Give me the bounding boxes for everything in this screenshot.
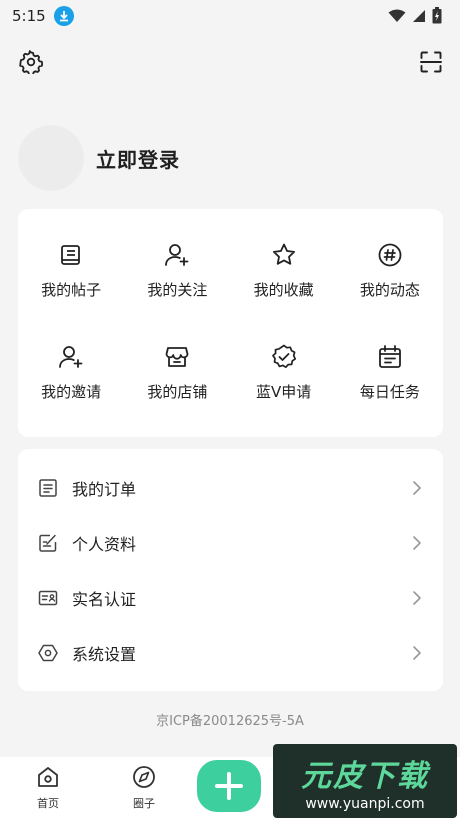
avatar[interactable] — [18, 125, 84, 191]
feature-grid-card: 我的帖子 我的关注 我的收藏 我的动态 我的邀请 我的店铺 蓝V申请 每日任务 — [18, 209, 443, 437]
calendar-icon — [378, 344, 401, 368]
chevron-right-icon — [413, 590, 421, 605]
create-post-button[interactable] — [197, 760, 261, 812]
menu-item-label: 个人资料 — [72, 534, 137, 554]
store-icon — [165, 346, 189, 367]
hash-icon — [378, 243, 402, 266]
menu-item-label: 实名认证 — [72, 589, 137, 609]
post-icon — [61, 244, 81, 265]
home-icon — [38, 767, 58, 787]
grid-item-my-posts[interactable]: 我的帖子 — [18, 219, 124, 321]
signal-icon — [413, 9, 425, 22]
status-indicators — [388, 7, 442, 24]
grid-item-my-invites[interactable]: 我的邀请 — [18, 321, 124, 423]
grid-label: 蓝V申请 — [255, 382, 312, 401]
grid-label: 我的关注 — [147, 280, 208, 299]
grid-item-my-favorites[interactable]: 我的收藏 — [231, 219, 337, 321]
grid-label: 每日任务 — [359, 382, 420, 401]
chevron-right-icon — [413, 480, 421, 495]
status-bar: 5:15 — [0, 0, 460, 32]
login-label[interactable]: 立即登录 — [96, 144, 180, 173]
menu-item-system-settings[interactable]: 系统设置 — [18, 625, 443, 680]
menu-item-label: 我的订单 — [72, 479, 137, 499]
menu-item-label: 系统设置 — [72, 644, 137, 664]
watermark-logo: 元皮下载 www.yuanpi.com — [273, 744, 457, 818]
gear-icon — [19, 50, 43, 74]
chevron-right-icon — [413, 535, 421, 550]
id-card-icon — [38, 588, 58, 608]
tab-label: 圈子 — [133, 797, 155, 810]
tab-label: 首页 — [37, 797, 59, 810]
icp-license-text: 京ICP备20012625号-5A — [156, 714, 304, 729]
menu-item-profile[interactable]: 个人资料 — [18, 515, 443, 570]
menu-list-card: 我的订单 个人资料 实名认证 系统设置 — [18, 449, 443, 691]
star-icon — [272, 243, 295, 265]
hexagon-settings-icon — [38, 643, 58, 663]
grid-label: 我的邀请 — [41, 382, 102, 401]
grid-item-my-follows[interactable]: 我的关注 — [124, 219, 230, 321]
scan-icon — [420, 51, 442, 73]
grid-item-my-activity[interactable]: 我的动态 — [337, 219, 443, 321]
grid-item-my-store[interactable]: 我的店铺 — [124, 321, 230, 423]
grid-label: 我的动态 — [359, 280, 420, 299]
tab-circle[interactable]: 圈子 — [114, 765, 174, 811]
verified-badge-icon — [271, 344, 296, 368]
invite-icon — [59, 345, 83, 368]
menu-item-real-name-auth[interactable]: 实名认证 — [18, 570, 443, 625]
menu-item-my-orders[interactable]: 我的订单 — [18, 460, 443, 515]
watermark-title: 元皮下载 — [301, 758, 429, 794]
watermark-url: www.yuanpi.com — [305, 795, 425, 812]
edit-profile-icon — [38, 533, 58, 553]
grid-label: 我的收藏 — [253, 280, 314, 299]
user-plus-icon — [165, 243, 189, 266]
settings-button[interactable] — [17, 48, 45, 76]
tab-home[interactable]: 首页 — [18, 765, 78, 811]
grid-label: 我的店铺 — [147, 382, 208, 401]
compass-icon — [133, 766, 155, 788]
chevron-right-icon — [413, 645, 421, 660]
grid-item-blue-v-apply[interactable]: 蓝V申请 — [231, 321, 337, 423]
grid-label: 我的帖子 — [41, 280, 102, 299]
plus-icon — [215, 772, 243, 800]
login-section[interactable]: 立即登录 — [18, 125, 180, 191]
wifi-icon — [388, 9, 406, 22]
download-icon — [53, 6, 74, 26]
status-time: 5:15 — [12, 7, 46, 25]
grid-item-daily-tasks[interactable]: 每日任务 — [337, 321, 443, 423]
order-icon — [38, 478, 58, 498]
battery-icon — [432, 7, 442, 24]
scan-button[interactable] — [417, 48, 445, 76]
